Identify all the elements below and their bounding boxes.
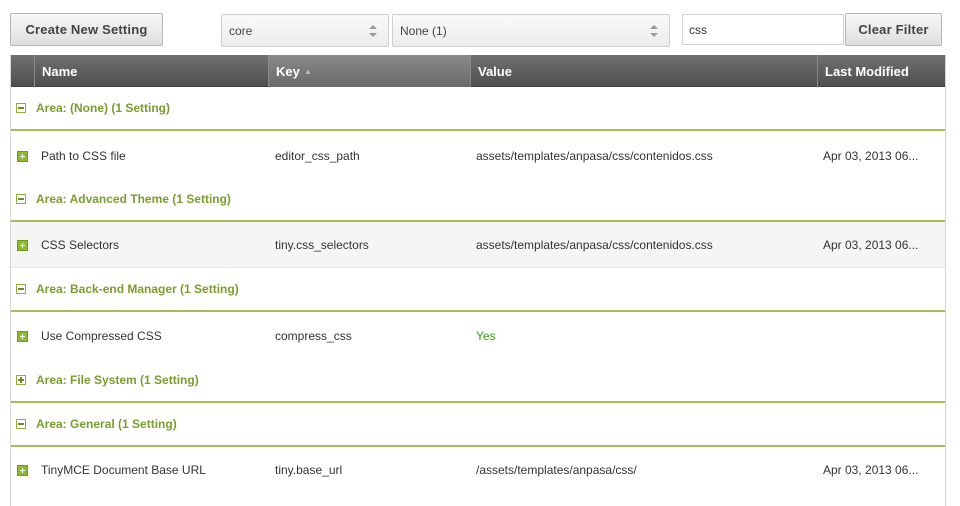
group-label: Area: General (1 Setting) xyxy=(36,417,177,431)
group-label: Area: Advanced Theme (1 Setting) xyxy=(36,192,231,206)
row-expand-icon[interactable] xyxy=(17,331,28,342)
expand-icon[interactable] xyxy=(16,375,26,385)
column-header-last-modified-label: Last Modified xyxy=(825,63,909,79)
area-select[interactable]: None (1) xyxy=(392,14,670,47)
group-header[interactable]: Area: File System (1 Setting) xyxy=(11,359,945,403)
row-key: tiny.base_url xyxy=(275,463,343,477)
column-header-last-modified[interactable]: Last Modified xyxy=(817,55,945,87)
namespace-select-value: core xyxy=(229,23,253,38)
row-name: CSS Selectors xyxy=(41,237,120,252)
table-row[interactable]: CSS Selectors tiny.css_selectors assets/… xyxy=(11,222,945,268)
column-header-key[interactable]: Key ▲ xyxy=(268,55,470,87)
toolbar: Create New Setting core None (1) Clear F… xyxy=(0,0,960,54)
row-key: editor_css_path xyxy=(275,149,360,163)
table-row[interactable]: Path to CSS file editor_css_path assets/… xyxy=(11,133,945,179)
row-expand-icon[interactable] xyxy=(17,239,28,251)
row-name: TinyMCE Document Base URL xyxy=(41,463,206,477)
row-name: Path to CSS file xyxy=(41,149,126,163)
collapse-icon[interactable] xyxy=(16,419,26,429)
group-header[interactable]: Area: Advanced Theme (1 Setting) xyxy=(11,178,945,222)
row-value[interactable]: /assets/templates/anpasa/css/ xyxy=(476,447,816,493)
column-header-key-label: Key xyxy=(276,63,300,79)
row-last-modified: Apr 03, 2013 06... xyxy=(823,237,919,252)
group-header[interactable]: Area: Back-end Manager (1 Setting) xyxy=(11,268,945,312)
row-key: tiny.css_selectors xyxy=(275,237,369,252)
namespace-select[interactable]: core xyxy=(221,14,389,47)
group-label: Area: File System (1 Setting) xyxy=(36,373,199,387)
settings-grid: Name Key ▲ Value Last Modified Area: (Non… xyxy=(10,55,946,506)
row-value[interactable]: assets/templates/anpasa/css/contenidos.c… xyxy=(476,222,816,267)
row-value[interactable]: assets/templates/anpasa/css/contenidos.c… xyxy=(476,133,816,179)
collapse-icon[interactable] xyxy=(16,194,26,204)
row-key: compress_css xyxy=(275,329,352,343)
row-expand-icon[interactable] xyxy=(17,465,28,476)
search-input[interactable] xyxy=(682,14,844,45)
select-arrows-icon xyxy=(649,24,659,38)
collapse-icon[interactable] xyxy=(16,284,26,294)
row-last-modified xyxy=(823,313,941,359)
group-header[interactable]: Area: General (1 Setting) xyxy=(11,403,945,447)
row-last-modified: Apr 03, 2013 06... xyxy=(823,149,919,163)
column-header-name-label: Name xyxy=(42,63,78,79)
column-header-name[interactable]: Name xyxy=(34,55,268,87)
area-select-value: None (1) xyxy=(400,23,447,38)
group-label: Area: Back-end Manager (1 Setting) xyxy=(36,282,239,296)
row-last-modified: Apr 03, 2013 06... xyxy=(823,463,919,477)
row-name: Use Compressed CSS xyxy=(41,329,162,343)
create-new-setting-button[interactable]: Create New Setting xyxy=(10,13,163,46)
group-header[interactable]: Area: (None) (1 Setting) xyxy=(11,87,945,131)
table-row[interactable]: Use Compressed CSS compress_css Yes xyxy=(11,313,945,359)
table-row[interactable]: TinyMCE Document Base URL tiny.base_url … xyxy=(11,447,945,493)
header-expander-column xyxy=(11,55,34,87)
sort-arrow-icon: ▲ xyxy=(303,66,312,76)
group-label: Area: (None) (1 Setting) xyxy=(36,101,171,115)
row-value[interactable]: Yes xyxy=(476,313,816,359)
column-header-value-label: Value xyxy=(478,63,512,79)
row-expand-icon[interactable] xyxy=(17,151,28,162)
column-header-value[interactable]: Value xyxy=(470,55,817,87)
clear-filter-button[interactable]: Clear Filter xyxy=(845,13,942,46)
grid-header: Name Key ▲ Value Last Modified xyxy=(11,55,945,87)
select-arrows-icon xyxy=(368,24,378,38)
collapse-icon[interactable] xyxy=(16,103,26,113)
